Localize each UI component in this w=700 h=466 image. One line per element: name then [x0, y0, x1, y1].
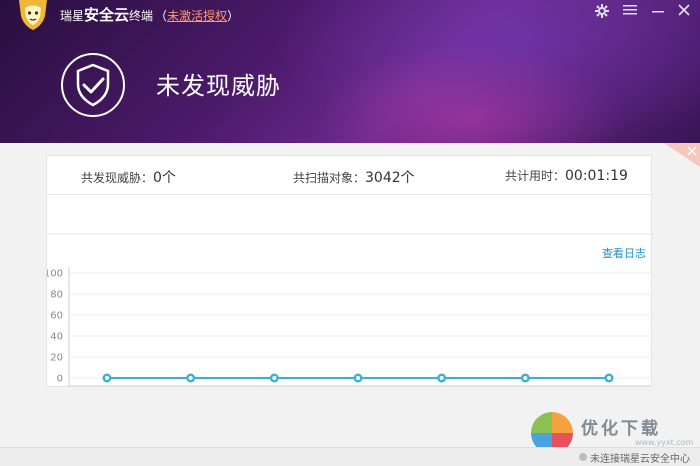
- y-tick-label: 60: [50, 311, 63, 322]
- data-point-center: [523, 376, 528, 380]
- header-banner: 瑞星安全云终端 （未激活授权） 未发现威胁: [0, 0, 700, 143]
- license-paren-open: （: [155, 9, 168, 23]
- status-footer: 未连接瑞星云安全中心: [0, 447, 700, 466]
- brand-main: 安全云: [84, 6, 130, 24]
- lion-logo-icon: [19, 0, 47, 30]
- data-point-center: [188, 376, 193, 380]
- threat-history-chart: 10080604020016/10/1216/10/1316/10/1416/1…: [47, 233, 651, 386]
- minimize-icon[interactable]: [650, 4, 666, 20]
- license-paren-close: ）: [227, 9, 240, 23]
- product-name: 瑞星安全云终端 （未激活授权）: [60, 4, 239, 25]
- corner-close-icon[interactable]: [664, 143, 700, 167]
- y-tick-label: 100: [47, 269, 63, 280]
- connection-status-icon: [579, 453, 587, 461]
- y-tick-label: 40: [50, 332, 63, 343]
- data-point-center: [272, 376, 277, 380]
- y-tick-label: 20: [50, 353, 63, 364]
- watermark-url: www.yyxt.com: [635, 438, 694, 447]
- scan-status-title: 未发现威胁: [156, 72, 281, 100]
- watermark-text: 优化下载: [581, 419, 661, 439]
- settings-icon[interactable]: [594, 4, 610, 20]
- cloud-connection-status: 未连接瑞星云安全中心: [590, 454, 690, 465]
- data-point-center: [439, 376, 444, 380]
- scan-result-panel: 共发现威胁：0个 共扫描对象：3042个 共计用时：00:01:19 查看日志 …: [46, 155, 652, 387]
- brand-prefix: 瑞星: [60, 9, 85, 23]
- close-icon[interactable]: [676, 4, 692, 20]
- y-tick-label: 80: [50, 290, 63, 301]
- license-link[interactable]: 未激活授权: [167, 9, 227, 23]
- shield-check-icon: [61, 53, 125, 117]
- data-point-center: [105, 376, 109, 380]
- brand-suffix: 终端: [129, 9, 154, 23]
- license-tag: （未激活授权）: [155, 9, 239, 23]
- menu-icon[interactable]: [622, 4, 638, 20]
- y-tick-label: 0: [57, 374, 63, 385]
- data-point-center: [356, 376, 360, 380]
- data-point-center: [607, 376, 611, 380]
